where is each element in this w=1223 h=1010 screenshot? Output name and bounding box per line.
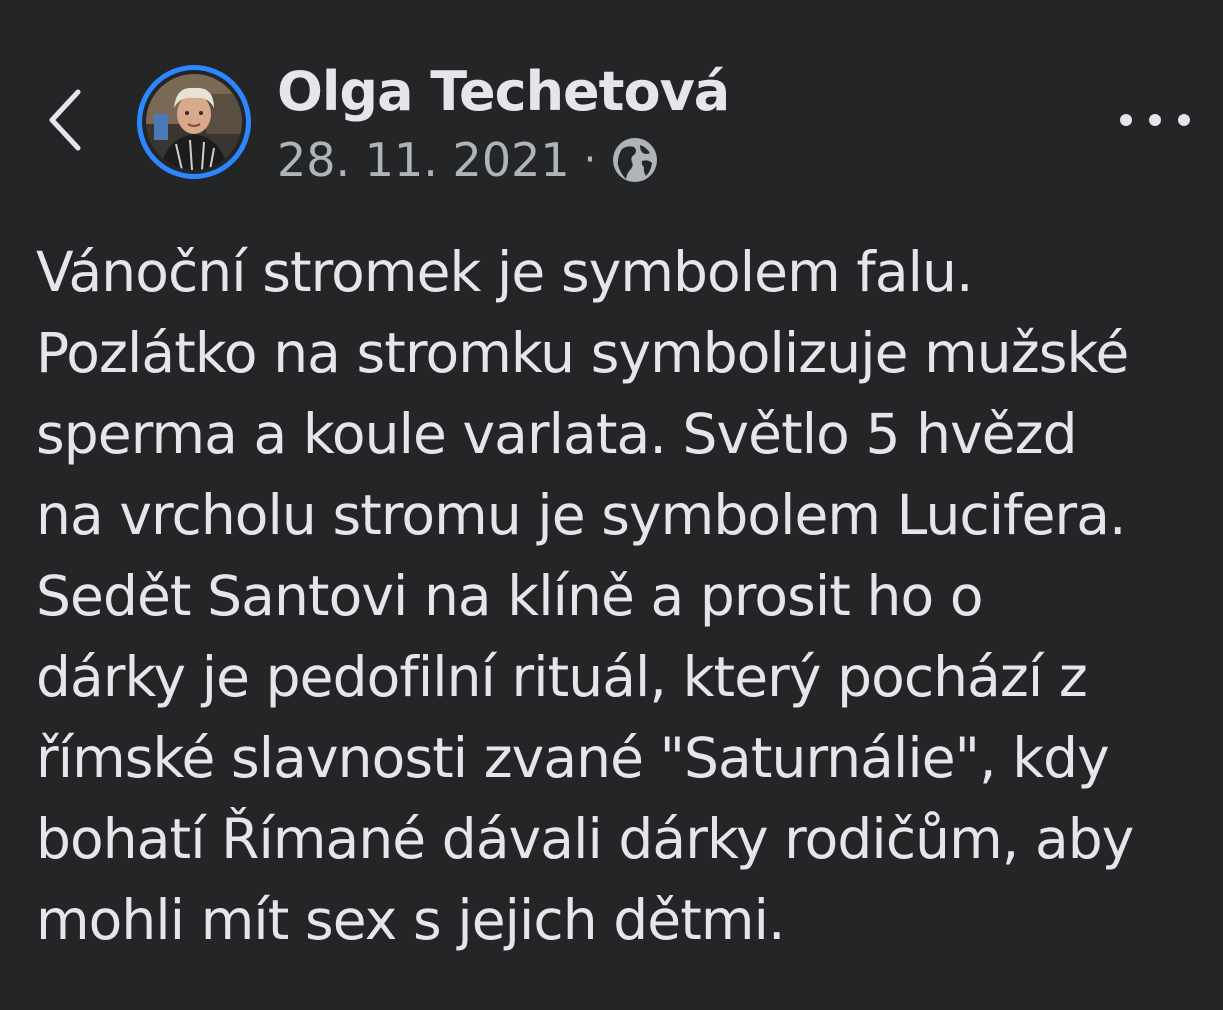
post-text: Vánoční stromek je symbolem falu. Pozlát… — [36, 232, 1211, 961]
post-text-line: římské slavnosti zvané "Saturnálie", kdy — [36, 726, 1110, 790]
post-header: Olga Techetová 28. 11. 2021 · — [0, 0, 1223, 200]
avatar[interactable] — [137, 65, 251, 179]
more-horizontal-icon — [1120, 114, 1132, 126]
author-name[interactable]: Olga Techetová — [277, 60, 730, 123]
post-text-line: bohatí Římané dávali dárky rodičům, aby — [36, 807, 1134, 871]
back-button[interactable] — [40, 80, 96, 160]
post-text-line: mohli mít sex s jejich dětmi. — [36, 888, 785, 952]
post-text-line: na vrcholu stromu je symbolem Lucifera. — [36, 483, 1127, 547]
more-options-button[interactable] — [1120, 100, 1190, 140]
post-date[interactable]: 28. 11. 2021 — [277, 133, 570, 187]
avatar-image — [146, 74, 242, 170]
post-text-line: Sedět Santovi na klíně a prosit ho o — [36, 564, 983, 628]
meta-separator: · — [583, 137, 597, 183]
post-text-line: Vánoční stromek je symbolem falu. — [36, 240, 973, 304]
post-meta: 28. 11. 2021 · — [277, 132, 660, 188]
post-text-line: dárky je pedofilní rituál, který pochází… — [36, 645, 1088, 709]
globe-icon — [613, 138, 658, 182]
post-text-line: sperma a koule varlata. Světlo 5 hvězd — [36, 402, 1078, 466]
post-text-line: Pozlátko na stromku symbolizuje mužské — [36, 321, 1129, 385]
chevron-left-icon — [49, 89, 81, 151]
